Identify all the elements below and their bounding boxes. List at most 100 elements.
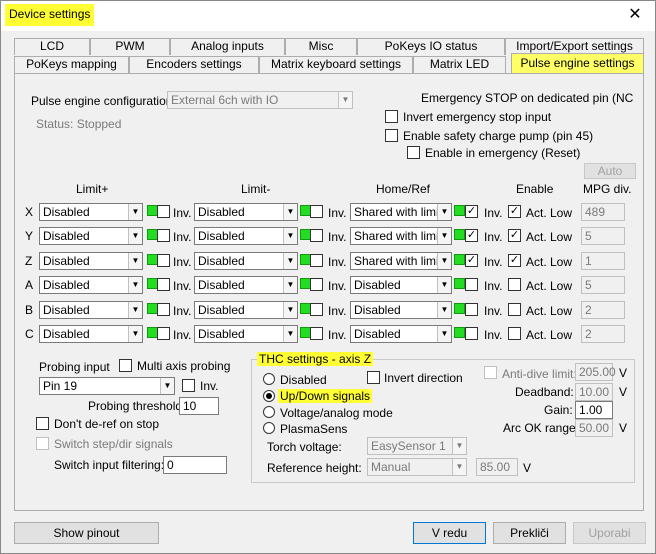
limit-minus-inv-label: Inv. [328,255,347,269]
thc-mode-voltage-radio[interactable] [263,406,275,418]
home-ref-select[interactable]: Shared with limit- ▼ [350,203,452,221]
tab-lcd[interactable]: LCD [14,38,90,55]
arc-ok-unit: V [619,421,628,435]
limit-plus-inv-checkbox[interactable] [157,327,170,340]
probing-threshold-input[interactable]: 10 [179,397,219,415]
tab-encoders-settings[interactable]: Encoders settings [129,56,259,73]
limit-plus-inv-checkbox[interactable] [157,278,170,291]
mpg-div-input[interactable]: 489 [581,203,625,221]
chevron-down-icon: ▼ [128,228,142,244]
limit-minus-inv-checkbox[interactable] [310,229,323,242]
limit-minus-inv-checkbox[interactable] [310,327,323,340]
limit-minus-select[interactable]: Disabled ▼ [194,325,298,343]
pe-config-select[interactable]: External 6ch with IO ▼ [167,91,353,109]
mpg-div-input[interactable]: 5 [581,276,625,294]
close-icon[interactable]: ✕ [625,5,645,25]
limit-plus-select-value: Disabled [43,254,90,268]
act-low-checkbox[interactable]: ✓ [508,254,521,267]
act-low-checkbox[interactable] [508,278,521,291]
enable-emergency-checkbox[interactable] [407,146,420,159]
header-limit-plus: Limit+ [76,182,109,196]
home-inv-checkbox[interactable]: ✓ [465,205,478,218]
auto-button[interactable]: Auto [584,163,636,179]
tab-pokeys-mapping[interactable]: PoKeys mapping [14,56,129,73]
tab-matrix-keyboard[interactable]: Matrix keyboard settings [259,56,413,73]
mpg-div-input[interactable]: 5 [581,227,625,245]
limit-minus-inv-checkbox[interactable] [310,278,323,291]
invert-estop-checkbox[interactable] [385,110,398,123]
deref-checkbox[interactable] [36,417,49,430]
limit-minus-select[interactable]: Disabled ▼ [194,301,298,319]
limit-plus-inv-checkbox[interactable] [157,303,170,316]
limit-minus-inv-checkbox[interactable] [310,303,323,316]
limit-minus-select[interactable]: Disabled ▼ [194,252,298,270]
status-text: Status: Stopped [36,117,122,131]
tab-pwm[interactable]: PWM [90,38,170,55]
limit-plus-inv-label: Inv. [173,255,192,269]
home-ref-select[interactable]: Disabled ▼ [350,276,452,294]
act-low-checkbox[interactable] [508,303,521,316]
mpg-div-input[interactable]: 2 [581,325,625,343]
home-inv-checkbox[interactable]: ✓ [465,229,478,242]
anti-dive-checkbox[interactable] [484,366,497,379]
act-low-checkbox[interactable] [508,327,521,340]
act-low-checkbox[interactable]: ✓ [508,229,521,242]
reference-height-select[interactable]: Manual ▼ [367,458,467,476]
tab-misc[interactable]: Misc [285,38,357,55]
limit-minus-select[interactable]: Disabled ▼ [194,203,298,221]
home-ref-select-value: Shared with limit+ [354,254,450,268]
arc-ok-input[interactable]: 50.00 [575,419,613,437]
mpg-div-input[interactable]: 2 [581,301,625,319]
limit-minus-inv-checkbox[interactable] [310,254,323,267]
tab-pokeys-io-status[interactable]: PoKeys IO status [357,38,505,55]
charge-pump-checkbox[interactable] [385,129,398,142]
limit-plus-select[interactable]: Disabled ▼ [39,252,143,270]
limit-plus-inv-checkbox[interactable] [157,205,170,218]
apply-button[interactable]: Uporabi [573,522,646,544]
limit-plus-select[interactable]: Disabled ▼ [39,301,143,319]
thc-mode-disabled-radio[interactable] [263,373,275,385]
reference-height-input[interactable]: 85.00 [476,458,518,476]
thc-mode-plasmasens-radio[interactable] [263,422,275,434]
home-inv-checkbox[interactable] [465,303,478,316]
home-inv-checkbox[interactable] [465,327,478,340]
probing-inv-label: Inv. [200,379,219,393]
limit-plus-select[interactable]: Disabled ▼ [39,325,143,343]
tab-matrix-led[interactable]: Matrix LED [413,56,506,73]
ok-button[interactable]: V redu [413,522,486,544]
deadband-input[interactable]: 10.00 [575,383,613,401]
switch-filter-input[interactable]: 0 [163,456,227,474]
probing-pin-select[interactable]: Pin 19 ▼ [39,377,175,395]
limit-minus-select[interactable]: Disabled ▼ [194,227,298,245]
multi-axis-probing-checkbox[interactable] [119,359,132,372]
tab-analog-inputs[interactable]: Analog inputs [170,38,285,55]
limit-plus-select[interactable]: Disabled ▼ [39,203,143,221]
home-ref-select[interactable]: Shared with limit- ▼ [350,227,452,245]
gain-input[interactable]: 1.00 [575,401,613,419]
limit-plus-select[interactable]: Disabled ▼ [39,227,143,245]
limit-minus-inv-checkbox[interactable] [310,205,323,218]
home-ref-select[interactable]: Shared with limit+ ▼ [350,252,452,270]
axis-label: A [25,278,34,292]
home-ref-select[interactable]: Disabled ▼ [350,325,452,343]
show-pinout-button[interactable]: Show pinout [14,522,159,544]
limit-plus-inv-checkbox[interactable] [157,229,170,242]
act-low-checkbox[interactable]: ✓ [508,205,521,218]
mpg-div-input[interactable]: 1 [581,252,625,270]
home-ref-select[interactable]: Disabled ▼ [350,301,452,319]
probing-input-label: Probing input [39,360,110,374]
home-inv-checkbox[interactable]: ✓ [465,254,478,267]
probing-inv-checkbox[interactable] [182,379,195,392]
switch-step-dir-checkbox[interactable] [36,437,49,450]
limit-plus-select[interactable]: Disabled ▼ [39,276,143,294]
cancel-button[interactable]: Prekliči [493,522,566,544]
thc-mode-updown-radio[interactable] [263,390,275,402]
limit-minus-select[interactable]: Disabled ▼ [194,276,298,294]
tab-pulse-engine-settings[interactable]: Pulse engine settings [511,53,644,73]
torch-voltage-select[interactable]: EasySensor 1 ▼ [367,437,467,455]
limit-plus-inv-checkbox[interactable] [157,254,170,267]
act-low-label: Act. Low [526,230,573,244]
anti-dive-input[interactable]: 205.00 [575,363,616,381]
invert-direction-checkbox[interactable] [367,371,380,384]
home-inv-checkbox[interactable] [465,278,478,291]
